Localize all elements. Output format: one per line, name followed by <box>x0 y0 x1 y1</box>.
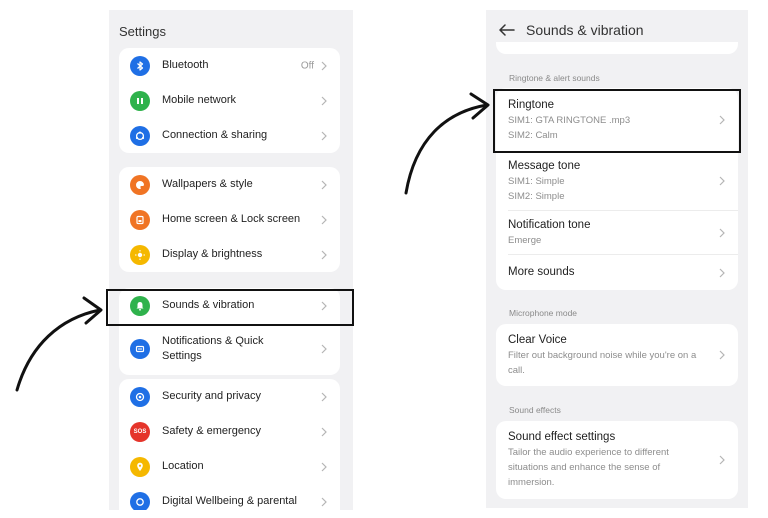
arrow-left <box>15 296 103 392</box>
annotation-arrows <box>15 92 490 392</box>
arrow-right <box>404 92 490 195</box>
